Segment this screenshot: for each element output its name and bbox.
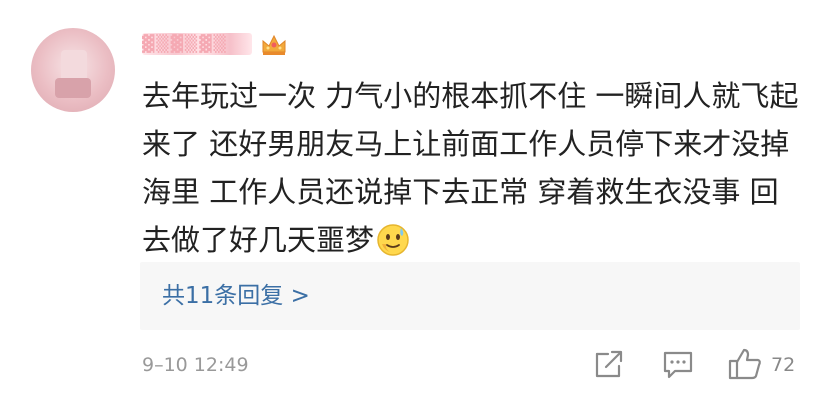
avatar[interactable] [31, 28, 115, 112]
share-icon[interactable] [593, 346, 625, 382]
view-replies-link[interactable]: 共11条回复 > [162, 280, 310, 312]
comment-icon[interactable] [662, 346, 694, 382]
crown-icon [262, 34, 286, 55]
thumbs-up-icon[interactable] [727, 346, 763, 382]
timestamp: 9–10 12:49 [142, 354, 249, 376]
username-blurred[interactable]: ▓▒▓▒▓▒ [142, 33, 252, 55]
sweat-smile-emoji-icon [377, 224, 409, 256]
like-count: 72 [771, 354, 796, 376]
replies-panel[interactable]: 共11条回复 > [140, 262, 800, 330]
comment-text: 去年玩过一次 力气小的根本抓不住 一瞬间人就飞起来了 还好男朋友马上让前面工作人… [142, 79, 799, 257]
